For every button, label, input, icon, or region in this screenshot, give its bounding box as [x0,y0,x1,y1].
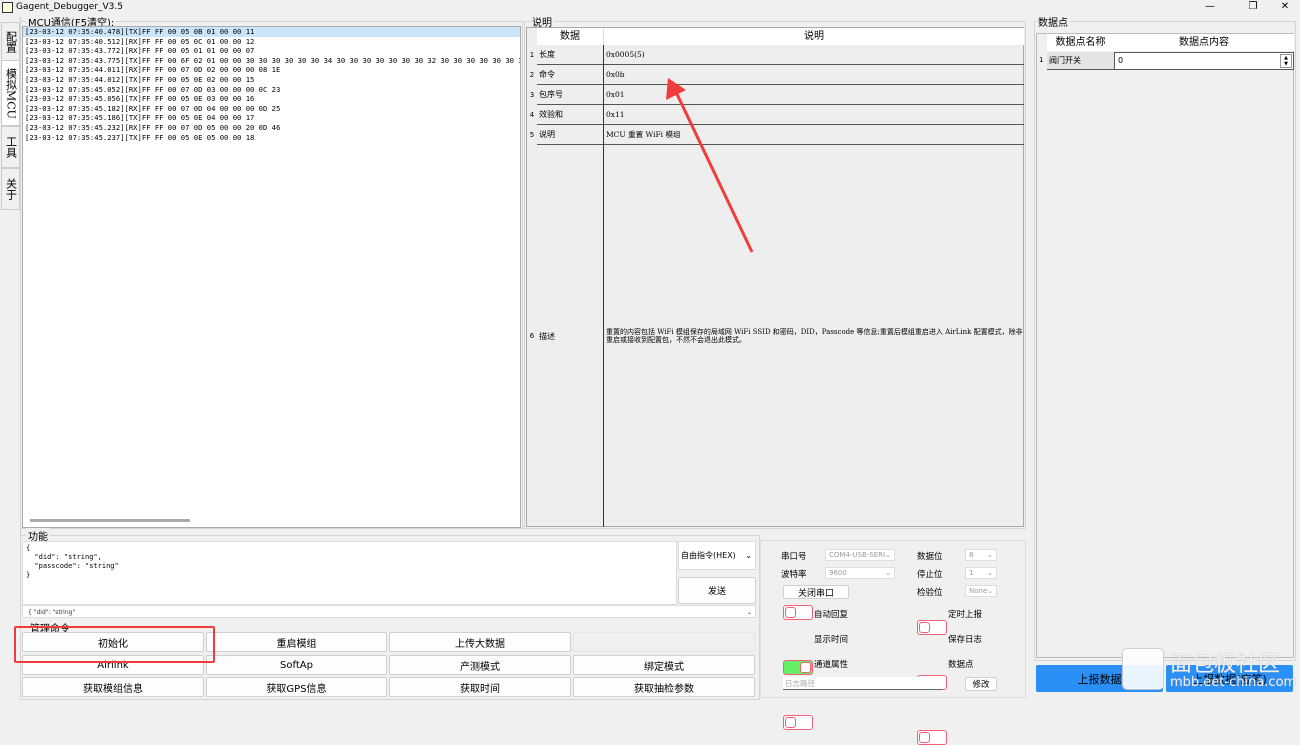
command-combo[interactable]: { "did": "string" ⌄ [22,605,756,618]
desc-key-cell: 效验和 [537,105,603,125]
toggle-label: 数据点 [948,660,974,670]
spin-buttons[interactable]: ▲ ▼ [1280,54,1292,68]
send-button[interactable]: 发送 [678,577,756,604]
row-number: 6 [529,332,535,340]
parity-label: 检验位 [917,588,943,598]
desc-key-cell: 描述 [539,331,555,341]
chevron-down-icon: ⌄ [746,609,752,616]
mgmt-button[interactable]: 产测模式 [389,655,571,675]
toggle-switch[interactable] [917,730,947,745]
tab-tools[interactable]: 工具 [1,126,20,168]
log-path-input[interactable]: 日志路径 [783,677,942,690]
log-line[interactable]: [23-03-12 07:35:44.011][RX]FF FF 00 07 0… [23,65,520,75]
annotation-arrow [666,78,754,253]
stopbits-select[interactable]: 1 ⌄ [965,567,997,579]
parity-select[interactable]: None ⌄ [965,585,997,597]
mgmt-button[interactable]: 获取时间 [389,677,571,697]
minimize-button[interactable]: — [1195,0,1225,14]
desc-key-cell: 说明 [537,125,603,145]
databits-select[interactable]: 8 ⌄ [965,549,997,561]
mgmt-button[interactable]: 获取GPS信息 [206,677,387,697]
toggle-switch[interactable] [783,605,813,620]
toggle-label: 定时上报 [948,610,983,620]
app-icon [2,2,13,13]
toggle-label: 保存日志 [948,635,983,645]
stopbits-label: 停止位 [917,570,943,580]
log-line[interactable]: [23-03-12 07:35:45.237][TX]FF FF 00 05 0… [23,133,520,143]
mgmt-button[interactable]: 重启模组 [206,632,387,652]
row-number: 5 [529,131,535,139]
mgmt-button[interactable]: 上传大数据 [389,632,571,652]
watermark-url: mbb.eet-china.com [1170,675,1297,690]
dp-value-input[interactable]: 0 ▲ ▼ [1114,52,1294,70]
tab-simulate-mcu[interactable]: 模拟MCU [1,60,20,126]
toggle-label: 通道属性 [814,660,849,670]
toggle-switch[interactable] [783,715,813,730]
log-line[interactable]: [23-03-12 07:35:40.512][RX]FF FF 00 05 0… [23,37,520,47]
toggle-switch[interactable] [917,620,947,635]
datapoints-table: 数据点名称 数据点内容 1 阀门开关 0 ▲ ▼ [1036,33,1294,658]
toggle-label: 显示时间 [814,635,849,645]
col-header-dp-name: 数据点名称 [1047,34,1114,51]
log-line[interactable]: [23-03-12 07:35:44.012][TX]FF FF 00 05 0… [23,75,520,85]
port-label: 串口号 [781,552,807,562]
close-button[interactable]: ✕ [1270,0,1300,14]
title-bar: Gagent_Debugger_V3.5 — ❐ ✕ [0,0,1300,15]
horizontal-scrollbar[interactable] [30,519,190,522]
log-line[interactable]: [23-03-12 07:35:45.232][RX]FF FF 00 07 0… [23,123,520,133]
col-header-desc: 说明 [604,28,1024,45]
log-line[interactable]: [23-03-12 07:35:43.772][RX]FF FF 00 05 0… [23,46,520,56]
log-line[interactable]: [23-03-12 07:35:45.052][RX]FF FF 00 07 0… [23,85,520,95]
row-number: 1 [529,51,535,59]
baud-select[interactable]: 9600 ⌄ [825,567,895,579]
mcu-log[interactable]: [23-03-12 07:35:40.478][TX]FF FF 00 05 0… [22,26,521,528]
toggle-switch[interactable] [783,660,813,675]
col-header-dp-value: 数据点内容 [1114,34,1294,51]
port-select[interactable]: COM4-USB-SERI ⌄ [825,549,895,561]
command-textarea[interactable]: { "did": "string", "passcode": "string" … [22,541,677,605]
databits-label: 数据位 [917,552,943,562]
col-header-data: 数据 [537,28,604,45]
annotation-highlight-box [14,626,215,663]
desc-key-cell: 命令 [537,65,603,85]
log-line[interactable]: [23-03-12 07:35:45.186][TX]FF FF 00 05 0… [23,113,520,123]
log-line[interactable]: [23-03-12 07:35:45.182][RX]FF FF 00 07 0… [23,104,520,114]
desc-table: 数据 说明 1 长度 0x0005(5) 2 命令 0x0b 3 包序号 0x01 4… [526,27,1024,527]
row-number: 1 [1039,56,1044,64]
row-number: 3 [529,91,535,99]
watermark-cn: 面包板社区 [1170,652,1281,677]
chevron-down-icon: ⌄ [745,551,752,560]
mgmt-button[interactable]: 绑定模式 [573,655,755,675]
window-title: Gagent_Debugger_V3.5 [16,2,123,12]
log-line[interactable]: [23-03-12 07:35:43.775][TX]FF FF 00 6F 0… [23,56,520,66]
log-line[interactable]: [23-03-12 07:35:40.478][TX]FF FF 00 05 0… [23,27,520,37]
mgmt-button[interactable]: 获取抽检参数 [573,677,755,697]
desc-value-cell: 0x0005(5) [604,45,1024,65]
dp-name-cell: 阀门开关 [1047,52,1114,70]
serial-panel: 串口号 COM4-USB-SERI ⌄ 波特率 9600 ⌄ 关闭串口 数据位 8 ⌄… [760,540,1026,745]
watermark-logo [1122,648,1164,690]
modify-button[interactable]: 修改 [965,677,997,691]
datapoints-label: 数据点 [1036,14,1070,29]
mode-select[interactable]: 自由指令(HEX) ⌄ [678,541,756,570]
mgmt-button[interactable]: 获取模组信息 [22,677,204,697]
desc-key-cell: 长度 [537,45,603,65]
tab-config[interactable]: 配置 [1,22,20,62]
baud-label: 波特率 [781,570,807,580]
toggle-label: 自动回复 [814,610,849,620]
row-number: 4 [529,111,535,119]
log-line[interactable]: [23-03-12 07:35:45.056][TX]FF FF 00 05 0… [23,94,520,104]
close-port-button[interactable]: 关闭串口 [783,585,849,599]
tab-about[interactable]: 关于 [1,168,20,210]
mgmt-button [573,632,755,652]
desc-key-cell: 包序号 [537,85,603,105]
row-number: 2 [529,71,535,79]
mgmt-button[interactable]: SoftAp [206,655,387,675]
maximize-button[interactable]: ❐ [1238,0,1268,14]
